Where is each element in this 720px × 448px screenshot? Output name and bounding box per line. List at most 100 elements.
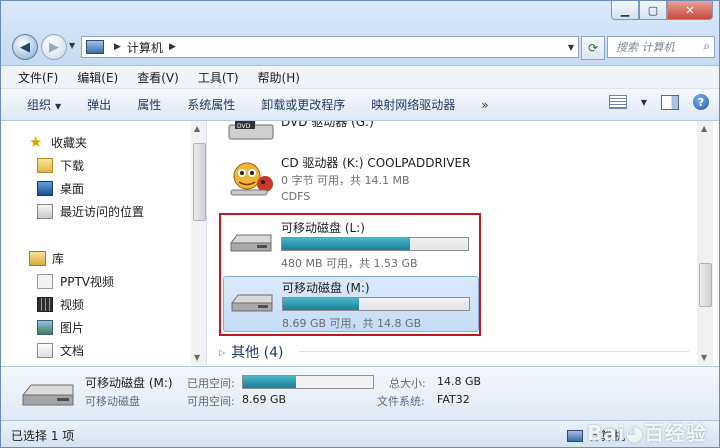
nav-videos-label: 视频: [60, 298, 85, 312]
content-scrollbar[interactable]: ▲ ▼: [697, 121, 713, 365]
dvd-drive-icon: DVD: [228, 121, 274, 140]
details-usage-fill: [243, 376, 297, 388]
details-fs-label: 文件系统:: [377, 395, 425, 408]
details-subtitle: 可移动磁盘: [85, 395, 140, 408]
chevron-right-icon[interactable]: ▶: [114, 42, 121, 52]
address-dropdown[interactable]: ▼: [568, 43, 574, 52]
nav-documents[interactable]: 文档: [37, 342, 84, 359]
group-other[interactable]: ▷ 其他 (4): [219, 342, 689, 362]
computer-icon: [86, 40, 104, 54]
content-scroll-thumb[interactable]: [699, 263, 712, 307]
view-controls: ▼ ?: [608, 94, 709, 110]
baidu-watermark-logo: Bai◕百经验: [586, 421, 707, 445]
address-bar[interactable]: ▶ 计算机 ▶ ▼: [81, 36, 579, 58]
search-icon[interactable]: ⌕: [703, 39, 710, 54]
removable-disk-icon: [22, 384, 74, 406]
refresh-button[interactable]: ⟳: [581, 36, 605, 60]
help-icon[interactable]: ?: [693, 94, 709, 110]
details-fs-value: FAT32: [437, 393, 470, 406]
scroll-down-icon[interactable]: ▼: [194, 353, 200, 362]
menu-view[interactable]: 查看(V): [137, 69, 179, 86]
organize-button[interactable]: 组织 ▼: [27, 96, 61, 113]
chevron-right-icon: ▷: [219, 347, 226, 357]
nav-libraries[interactable]: 库: [29, 250, 64, 267]
svg-text:DVD: DVD: [237, 123, 251, 130]
drive-cd-free: 0 字节 可用，共 14.1 MB: [281, 174, 410, 187]
nav-pictures[interactable]: 图片: [37, 319, 84, 336]
details-free-label: 可用空间:: [187, 395, 235, 408]
more-commands-button[interactable]: »: [481, 98, 488, 112]
properties-button[interactable]: 属性: [137, 96, 161, 113]
star-icon: ★: [29, 133, 43, 151]
nav-downloads-label: 下载: [60, 159, 85, 173]
search-placeholder: 搜索 计算机: [616, 41, 675, 54]
details-total-label: 总大小:: [389, 377, 426, 390]
pictures-icon: [37, 320, 53, 335]
details-pane: 可移动磁盘 (M:) 可移动磁盘 已用空间: 可用空间: 8.69 GB 总大小…: [1, 366, 719, 420]
nav-favorites[interactable]: ★ 收藏夹: [29, 134, 87, 151]
nav-desktop[interactable]: 桌面: [37, 180, 84, 197]
menu-help[interactable]: 帮助(H): [258, 69, 300, 86]
scroll-up-icon[interactable]: ▲: [701, 124, 707, 133]
close-button[interactable]: ✕: [667, 1, 713, 20]
nav-documents-label: 文档: [60, 344, 85, 358]
menu-tools[interactable]: 工具(T): [198, 69, 239, 86]
breadcrumb-computer[interactable]: 计算机: [127, 39, 163, 56]
nav-scrollbar[interactable]: ▲ ▼: [191, 121, 206, 365]
status-bar: 已选择 1 项 计算机 Bai◕百经验: [1, 420, 719, 447]
group-other-label: 其他 (4): [231, 345, 284, 361]
map-drive-button[interactable]: 映射网络驱动器: [371, 96, 455, 113]
caption-buttons: ▁ ▢ ✕: [611, 1, 713, 20]
recent-places-icon: [37, 204, 53, 219]
search-box[interactable]: 搜索 计算机 ⌕: [607, 36, 715, 58]
organize-label: 组织: [27, 98, 52, 112]
video-icon: [37, 297, 53, 312]
explorer-window: ▁ ▢ ✕ ◀ ▶ ▼ ▶ 计算机 ▶ ▼ ⟳ 搜索 计算机 ⌕ 文件(F) 编…: [0, 0, 720, 448]
downloads-folder-icon: [37, 158, 53, 173]
drive-cd-k[interactable]: CD 驱动器 (K:) COOLPADDRIVER 0 字节 可用，共 14.1…: [223, 152, 477, 206]
details-used-label: 已用空间:: [187, 377, 235, 390]
view-options-icon[interactable]: [608, 95, 627, 109]
nav-recent[interactable]: 最近访问的位置: [37, 203, 144, 220]
nav-favorites-label: 收藏夹: [51, 136, 88, 150]
drive-cd-name: CD 驱动器 (K:) COOLPADDRIVER: [281, 156, 471, 170]
libraries-icon: [29, 251, 46, 266]
details-title: 可移动磁盘 (M:): [85, 376, 173, 390]
recent-pages-dropdown[interactable]: ▼: [69, 41, 75, 50]
title-bar: ▁ ▢ ✕ ◀ ▶ ▼ ▶ 计算机 ▶ ▼ ⟳ 搜索 计算机 ⌕: [1, 1, 719, 66]
maximize-button[interactable]: ▢: [639, 1, 667, 20]
drive-dvd-name: DVD 驱动器 (G:): [281, 121, 374, 129]
refresh-icon: ⟳: [587, 41, 599, 55]
nav-scroll-thumb[interactable]: [193, 143, 206, 221]
nav-downloads[interactable]: 下载: [37, 157, 84, 174]
menu-bar: 文件(F) 编辑(E) 查看(V) 工具(T) 帮助(H): [1, 66, 719, 89]
system-properties-button[interactable]: 系统属性: [187, 96, 235, 113]
menu-edit[interactable]: 编辑(E): [77, 69, 118, 86]
pptv-video-icon: [37, 274, 53, 289]
view-dropdown-icon[interactable]: ▼: [641, 98, 647, 107]
scroll-up-icon[interactable]: ▲: [194, 124, 200, 133]
details-free-value: 8.69 GB: [242, 393, 287, 406]
nav-pptv[interactable]: PPTV视频: [37, 273, 114, 290]
eject-button[interactable]: 弹出: [87, 96, 111, 113]
computer-icon: [567, 429, 583, 442]
group-divider: [299, 351, 689, 352]
cd-autorun-icon: [230, 162, 273, 196]
nav-recent-label: 最近访问的位置: [60, 205, 145, 219]
highlight-annotation-box: [219, 213, 481, 336]
minimize-button[interactable]: ▁: [611, 1, 639, 20]
menu-file[interactable]: 文件(F): [18, 69, 58, 86]
nav-libraries-label: 库: [52, 252, 65, 266]
content-pane: DVD DVD 驱动器 (G:) CD 驱动器 (K:) COOLPADDRIV…: [207, 121, 697, 365]
status-selection: 已选择 1 项: [11, 429, 75, 443]
scroll-down-icon[interactable]: ▼: [701, 353, 707, 362]
uninstall-button[interactable]: 卸载或更改程序: [261, 96, 345, 113]
drive-cd-fs: CDFS: [281, 190, 311, 203]
back-button[interactable]: ◀: [12, 34, 38, 60]
nav-pptv-label: PPTV视频: [60, 275, 115, 289]
nav-videos[interactable]: 视频: [37, 296, 84, 313]
preview-pane-icon[interactable]: [661, 94, 679, 110]
chevron-right-icon[interactable]: ▶: [169, 42, 176, 52]
forward-button[interactable]: ▶: [41, 34, 67, 60]
nav-desktop-label: 桌面: [60, 182, 85, 196]
